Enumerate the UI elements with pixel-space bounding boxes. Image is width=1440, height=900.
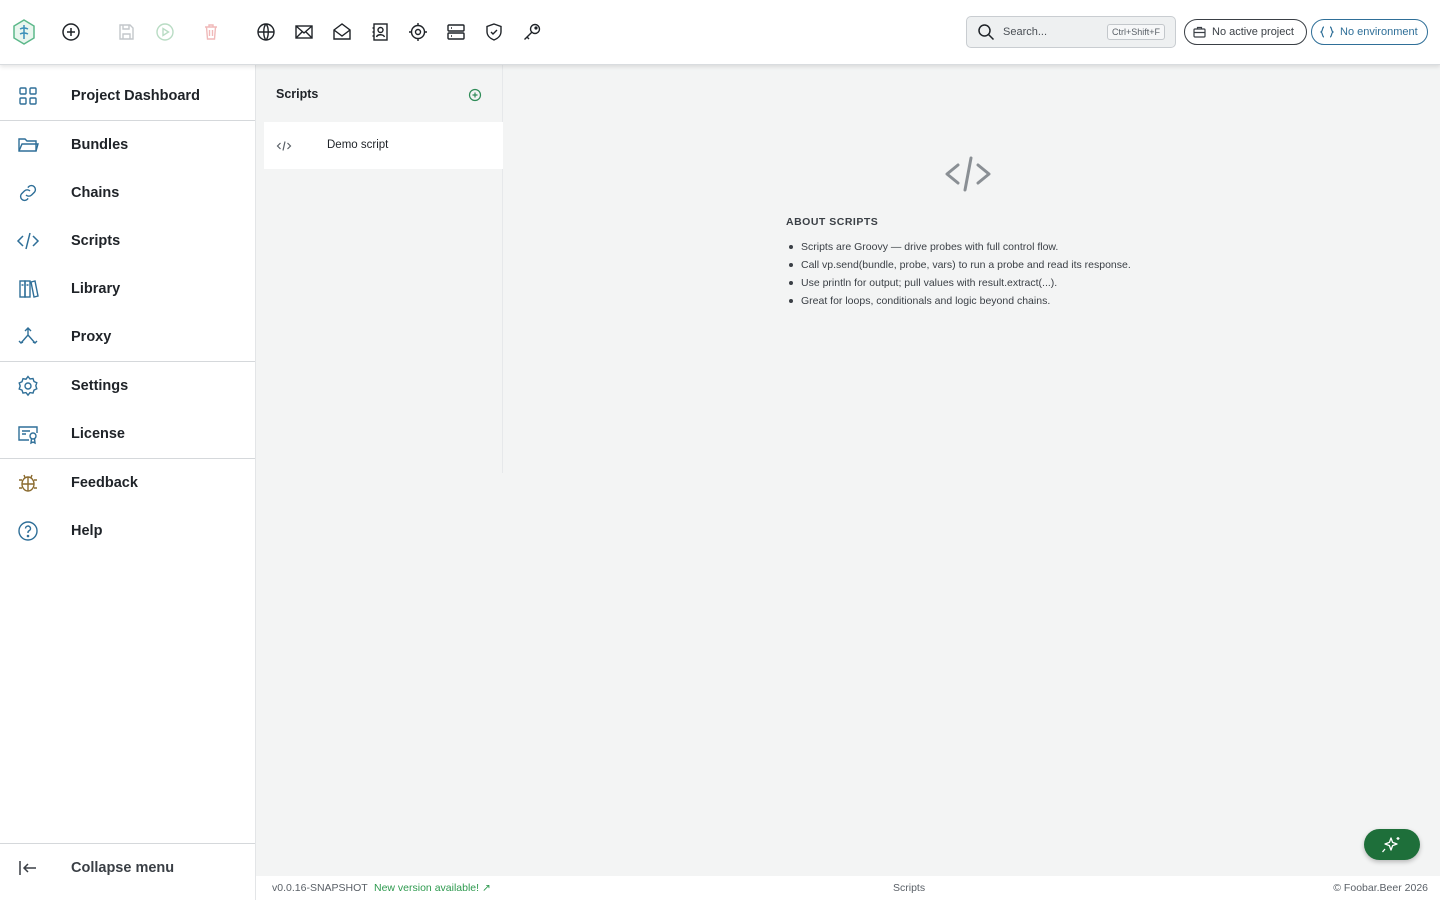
about-point: Great for loops, conditionals and logic …: [786, 294, 1131, 312]
delete-icon[interactable]: [199, 20, 223, 44]
scripts-panel-title: Scripts: [276, 87, 319, 101]
about-point: Call vp.send(bundle, probe, vars) to run…: [786, 258, 1131, 276]
grid-icon: [16, 84, 40, 108]
sidebar-item-license[interactable]: License: [0, 410, 255, 458]
sidebar-item-label: Proxy: [71, 329, 112, 345]
sidebar-item-label: Bundles: [71, 137, 129, 153]
sidebar-item-chains[interactable]: Chains: [0, 169, 255, 217]
target-icon[interactable]: [406, 20, 430, 44]
sidebar-item-scripts[interactable]: Scripts: [0, 217, 255, 265]
search-box[interactable]: Ctrl+Shift+F: [966, 16, 1176, 48]
project-selector-label: No active project: [1212, 26, 1294, 38]
sidebar-item-project-dashboard[interactable]: Project Dashboard: [0, 72, 255, 120]
about-scripts-list: Scripts are Groovy — drive probes with f…: [786, 240, 1131, 312]
sidebar-item-help[interactable]: Help: [0, 507, 255, 555]
help-icon: [16, 519, 40, 543]
scripts-panel: Scripts Demo script: [256, 65, 503, 473]
search-shortcut: Ctrl+Shift+F: [1106, 24, 1165, 40]
save-icon[interactable]: [114, 20, 138, 44]
project-selector[interactable]: No active project: [1184, 19, 1307, 45]
mail-open-icon[interactable]: [330, 20, 354, 44]
server-icon[interactable]: [444, 20, 468, 44]
certificate-icon: [16, 422, 40, 446]
add-script-button[interactable]: [468, 88, 482, 102]
run-icon[interactable]: [153, 20, 177, 44]
sidebar-item-label: Scripts: [71, 233, 121, 249]
about-point: Use println for output; pull values with…: [786, 276, 1131, 294]
sidebar-item-label: License: [71, 426, 125, 442]
link-icon: [16, 181, 40, 205]
about-point: Scripts are Groovy — drive probes with f…: [786, 240, 1131, 258]
update-link[interactable]: New version available! ↗: [374, 882, 491, 894]
sidebar-item-bundles[interactable]: Bundles: [0, 121, 255, 169]
globe-icon[interactable]: [254, 20, 278, 44]
collapse-menu-button[interactable]: Collapse menu: [0, 844, 255, 892]
folder-icon: [16, 133, 40, 157]
braces-icon: [1320, 26, 1334, 38]
sidebar-item-label: Chains: [71, 185, 120, 201]
books-icon: [16, 277, 40, 301]
ai-assistant-button[interactable]: [1364, 829, 1420, 860]
sidebar-item-proxy[interactable]: Proxy: [0, 313, 255, 361]
split-arrows-icon: [16, 325, 40, 349]
collapse-left-icon: [16, 856, 40, 880]
environment-selector[interactable]: No environment: [1311, 19, 1428, 45]
search-icon: [977, 23, 995, 41]
sidebar-item-label: Settings: [71, 378, 129, 394]
mail-icon[interactable]: [292, 20, 316, 44]
current-view-label: Scripts: [893, 882, 926, 894]
bug-icon: [16, 471, 40, 495]
environment-selector-label: No environment: [1340, 26, 1418, 38]
status-bar: v0.0.16-SNAPSHOT New version available! …: [256, 876, 1440, 900]
contact-icon[interactable]: [368, 20, 392, 44]
gear-icon: [16, 374, 40, 398]
new-icon[interactable]: [59, 20, 83, 44]
sidebar-item-library[interactable]: Library: [0, 265, 255, 313]
sidebar: Project Dashboard Bundles Chains Scripts…: [0, 65, 256, 900]
sidebar-item-settings[interactable]: Settings: [0, 362, 255, 410]
sparkle-icon: [1381, 835, 1403, 855]
script-list-item-label: Demo script: [327, 139, 389, 151]
code-icon: [16, 229, 40, 253]
sidebar-item-label: Library: [71, 281, 121, 297]
code-icon: [276, 138, 292, 154]
key-icon[interactable]: [520, 20, 544, 44]
top-toolbar: Ctrl+Shift+F No active project No enviro…: [0, 0, 1440, 65]
code-icon: [944, 154, 992, 194]
copyright: © Foobar.Beer 2026: [1333, 882, 1428, 894]
search-input[interactable]: [1003, 26, 1103, 38]
app-version: v0.0.16-SNAPSHOT: [272, 882, 368, 894]
about-scripts-heading: ABOUT SCRIPTS: [786, 216, 879, 228]
sidebar-item-label: Project Dashboard: [71, 88, 200, 104]
shield-check-icon[interactable]: [482, 20, 506, 44]
collapse-menu-label: Collapse menu: [71, 860, 175, 876]
app-logo-icon: [12, 18, 36, 46]
sidebar-item-label: Help: [71, 523, 103, 539]
briefcase-icon: [1193, 26, 1206, 38]
script-list-item[interactable]: Demo script: [264, 122, 503, 169]
sidebar-item-feedback[interactable]: Feedback: [0, 459, 255, 507]
sidebar-item-label: Feedback: [71, 475, 138, 491]
